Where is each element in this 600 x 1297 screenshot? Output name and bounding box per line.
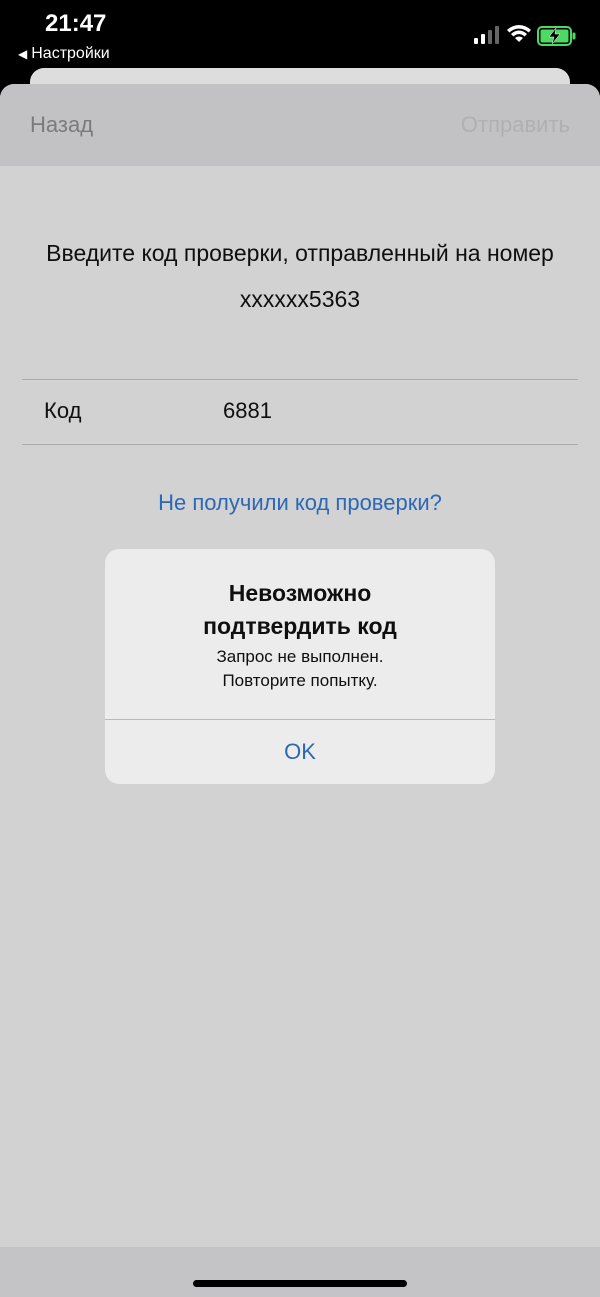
bottom-band: [0, 1247, 600, 1297]
back-button[interactable]: Назад: [30, 112, 93, 138]
alert-title-line-1: Невозможно: [228, 580, 372, 606]
battery-charging-icon: [537, 26, 576, 46]
status-time: 21:47: [45, 10, 107, 37]
alert-message: Запрос не выполнен. Повторите попытку.: [105, 645, 495, 693]
status-bar: 21:47 ◀ Настройки: [0, 0, 600, 70]
send-button[interactable]: Отправить: [461, 112, 570, 138]
prompt-line-1: Введите код проверки, отправленный на но…: [46, 240, 554, 266]
screen: 21:47 ◀ Настройки Назад Отправить Введит…: [0, 0, 600, 1297]
verification-prompt: Введите код проверки, отправленный на но…: [0, 230, 600, 322]
back-to-app-label: Настройки: [31, 45, 110, 62]
home-indicator[interactable]: [193, 1280, 407, 1287]
signal-icon: [474, 26, 499, 44]
divider-bottom: [22, 444, 578, 445]
alert-ok-button[interactable]: OK: [105, 720, 495, 784]
error-alert: Невозможно подтвердить код Запрос не вып…: [105, 549, 495, 784]
wifi-icon: [507, 25, 531, 42]
back-triangle-icon: ◀: [18, 47, 28, 61]
code-label: Код: [44, 398, 82, 423]
alert-message-line-2: Повторите попытку.: [222, 671, 378, 690]
alert-message-line-1: Запрос не выполнен.: [216, 647, 384, 666]
prompt-line-2: xxxxxx5363: [239, 286, 361, 312]
back-to-app-link[interactable]: ◀ Настройки: [18, 45, 110, 63]
code-input[interactable]: 6881: [223, 398, 272, 424]
divider-top: [22, 379, 578, 380]
alert-title-line-2: подтвердить код: [203, 613, 397, 639]
nav-bar: Назад Отправить: [0, 84, 600, 166]
alert-title: Невозможно подтвердить код: [105, 577, 495, 643]
resend-code-link[interactable]: Не получили код проверки?: [0, 490, 600, 516]
